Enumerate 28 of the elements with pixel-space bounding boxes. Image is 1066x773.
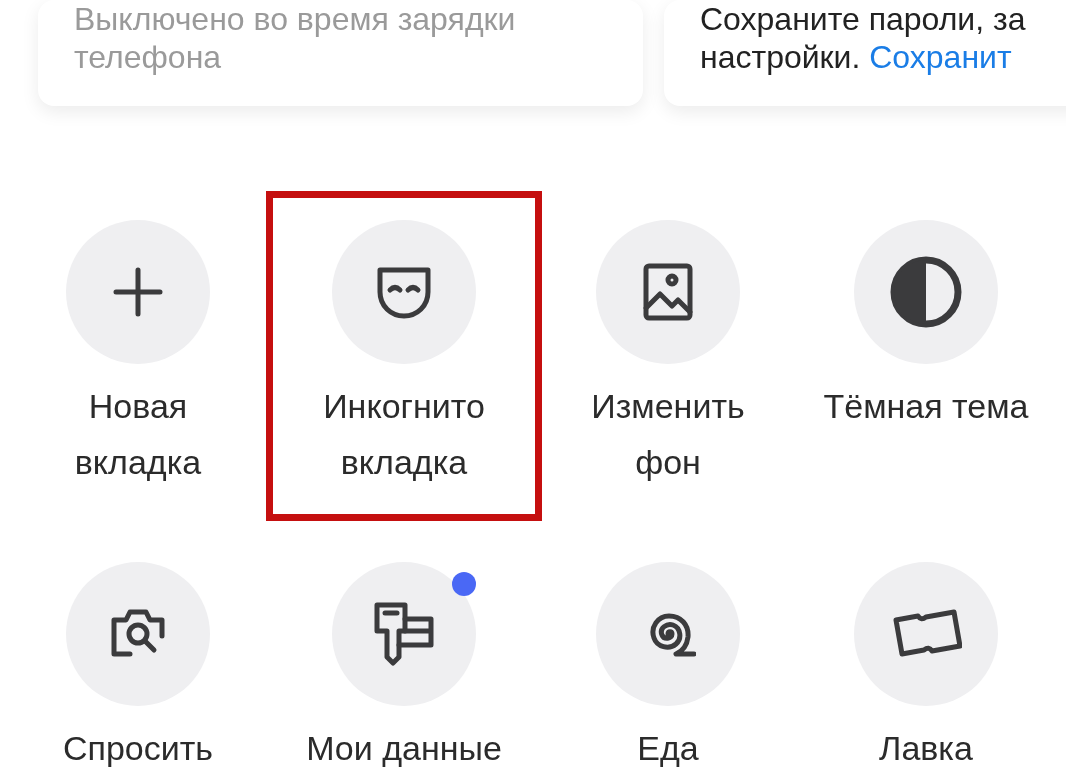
action-label: Спросить xyxy=(62,728,214,769)
action-tile[interactable]: Тёмная тема xyxy=(794,191,1058,521)
card-text: настройки. Сохранит xyxy=(700,39,1012,75)
action-tile[interactable]: Новая вкладка xyxy=(10,191,266,521)
action-label: Лавка xyxy=(879,728,973,769)
action-label: Тёмная тема xyxy=(823,386,1029,427)
action-label: Еда xyxy=(637,728,699,769)
action-tile[interactable]: Лавка xyxy=(794,533,1058,773)
highlight-frame[interactable]: Инкогнито вкладка xyxy=(266,191,542,521)
half-circle-icon xyxy=(890,256,962,328)
action-tile[interactable]: Спросить xyxy=(10,533,266,773)
plus-icon xyxy=(112,266,164,318)
action-label: Мои данные xyxy=(306,728,502,769)
action-tile[interactable]: Мои данные xyxy=(266,533,542,773)
action-label: вкладка xyxy=(74,442,202,483)
save-link[interactable]: Сохранит xyxy=(869,39,1012,75)
action-tile[interactable]: Еда xyxy=(542,533,794,773)
action-label: Новая xyxy=(88,386,188,427)
action-label: Инкогнито xyxy=(323,386,485,427)
action-tile[interactable]: Изменить фон xyxy=(542,191,794,521)
image-icon xyxy=(642,262,694,322)
card-text: Сохраните пароли, за xyxy=(700,1,1026,37)
action-label: Изменить xyxy=(591,386,745,427)
action-label: вкладка xyxy=(340,442,468,483)
info-card[interactable]: Сохраните пароли, за настройки. Сохранит xyxy=(664,0,1066,106)
action-label: фон xyxy=(635,442,701,483)
card-text: телефона xyxy=(74,39,222,75)
card-text: Выключено во время зарядки xyxy=(74,1,516,37)
